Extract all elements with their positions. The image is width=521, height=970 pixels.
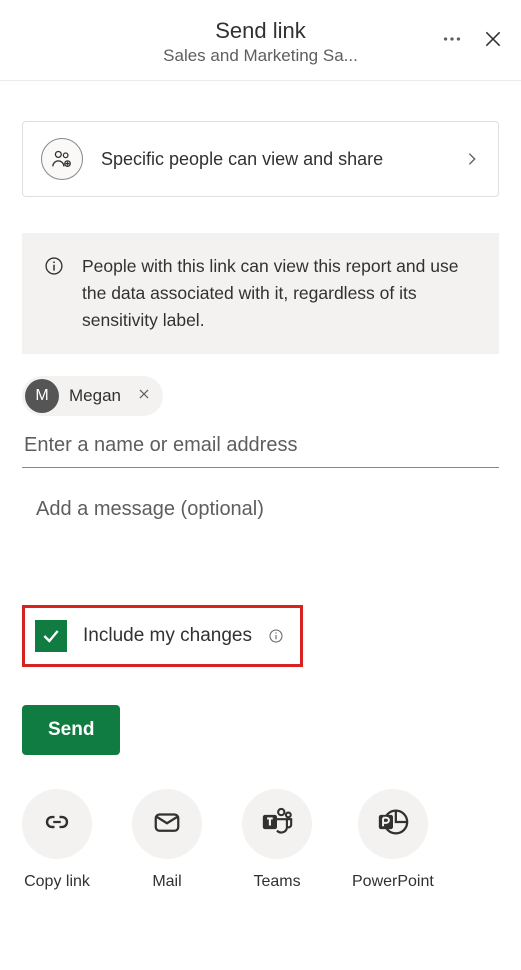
- people-icon: [41, 138, 83, 180]
- close-icon[interactable]: [483, 29, 503, 49]
- dialog-header: Send link Sales and Marketing Sa...: [0, 0, 521, 81]
- mail-icon: [152, 807, 182, 842]
- dialog-title: Send link: [163, 18, 358, 44]
- remove-recipient-icon[interactable]: [137, 387, 151, 406]
- include-changes-checkbox[interactable]: [35, 620, 67, 652]
- mail-button[interactable]: Mail: [132, 789, 202, 891]
- avatar: M: [25, 379, 59, 413]
- more-options-icon[interactable]: [441, 28, 463, 50]
- link-icon: [42, 807, 72, 842]
- teams-icon: [260, 805, 294, 844]
- send-button[interactable]: Send: [22, 705, 120, 755]
- info-text: People with this link can view this repo…: [82, 253, 477, 334]
- mail-label: Mail: [152, 873, 181, 891]
- powerpoint-icon: [376, 805, 410, 844]
- share-options: Copy link Mail: [22, 789, 499, 921]
- recipient-chip[interactable]: M Megan: [22, 376, 163, 416]
- powerpoint-button[interactable]: PowerPoint: [352, 789, 434, 891]
- include-changes-info-icon[interactable]: [268, 628, 284, 644]
- message-input[interactable]: [22, 468, 499, 598]
- teams-label: Teams: [253, 873, 300, 891]
- name-email-input[interactable]: [22, 416, 499, 468]
- chevron-right-icon: [464, 151, 480, 167]
- copy-link-button[interactable]: Copy link: [22, 789, 92, 891]
- include-changes-label: Include my changes: [83, 625, 252, 647]
- dialog-subtitle: Sales and Marketing Sa...: [163, 46, 358, 66]
- info-banner: People with this link can view this repo…: [22, 233, 499, 354]
- teams-button[interactable]: Teams: [242, 789, 312, 891]
- recipient-name: Megan: [69, 386, 121, 406]
- link-settings-text: Specific people can view and share: [101, 149, 383, 170]
- link-settings-button[interactable]: Specific people can view and share: [22, 121, 499, 197]
- powerpoint-label: PowerPoint: [352, 873, 434, 891]
- include-changes-row: Include my changes: [22, 605, 303, 667]
- copy-link-label: Copy link: [24, 873, 90, 891]
- info-icon: [44, 256, 64, 281]
